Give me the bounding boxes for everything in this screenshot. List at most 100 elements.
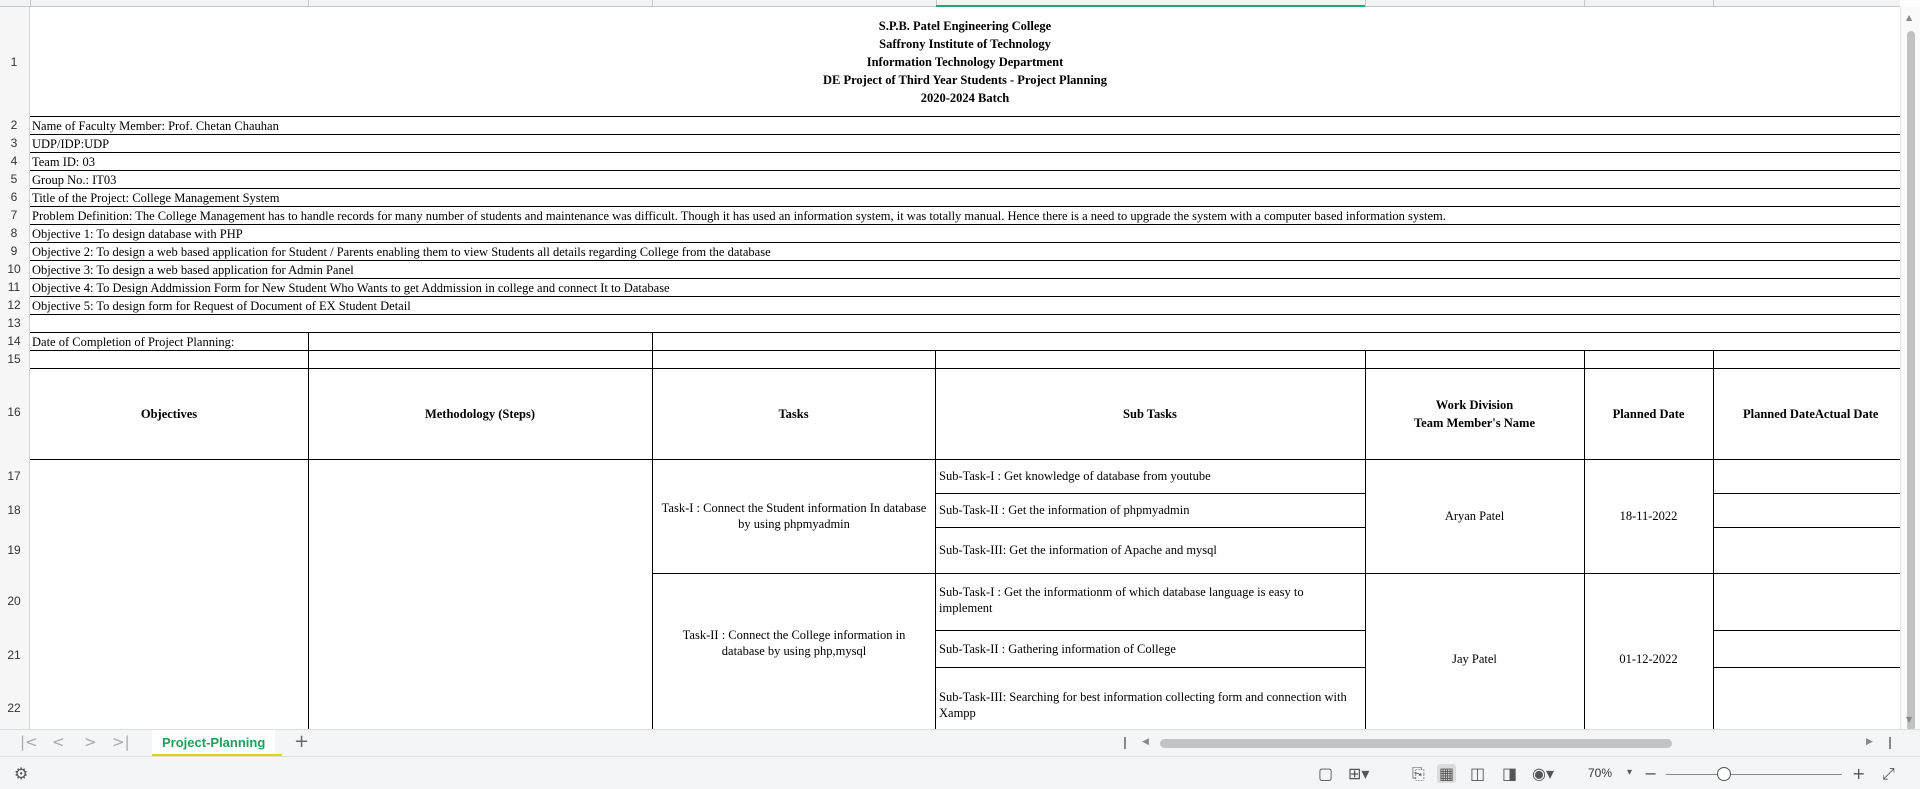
row-number[interactable]: 18 — [0, 503, 28, 517]
header-work-division[interactable]: Work Division Team Member's Name — [1365, 396, 1584, 432]
sheet-tab-project-planning[interactable]: Project-Planning — [152, 730, 276, 756]
objective-cell[interactable]: Objective 5: To design form for Request … — [32, 298, 411, 314]
subtask-cell[interactable]: Sub-Task-I : Get the informationm of whi… — [939, 584, 1359, 616]
freeze-panes-icon[interactable]: ⊞▾ — [1348, 764, 1369, 783]
row-number[interactable]: 13 — [0, 316, 28, 330]
row-number[interactable]: 1 — [0, 55, 28, 69]
row-number[interactable]: 4 — [0, 154, 28, 168]
vertical-scroll-thumb[interactable] — [1907, 31, 1915, 731]
objective-cell[interactable]: Objective 3: To design a web based appli… — [32, 262, 354, 278]
row-number[interactable]: 16 — [0, 405, 28, 419]
objective-cell[interactable]: Objective 2: To design a web based appli… — [32, 244, 771, 260]
group-no-cell[interactable]: Group No.: IT03 — [32, 172, 116, 188]
column-divider[interactable] — [308, 0, 309, 7]
row-number[interactable]: 2 — [0, 118, 28, 132]
row-number[interactable]: 3 — [0, 136, 28, 150]
row-number[interactable]: 17 — [0, 469, 28, 483]
split-handle-icon[interactable] — [1889, 737, 1891, 749]
first-sheet-icon[interactable]: |< — [20, 733, 38, 751]
page-layout-icon[interactable]: ◫ — [1470, 764, 1485, 783]
row-number[interactable]: 7 — [0, 208, 28, 222]
subtask-cell[interactable]: Sub-Task-III: Searching for best informa… — [939, 689, 1359, 721]
header-tasks[interactable]: Tasks — [652, 368, 935, 459]
spreadsheet-grid[interactable]: S.P.B. Patel Engineering College Saffron… — [30, 7, 1900, 729]
column-header-strip[interactable] — [0, 0, 1900, 7]
header-objectives[interactable]: Objectives — [30, 368, 308, 459]
row-number[interactable]: 6 — [0, 190, 28, 204]
row-number[interactable]: 20 — [0, 594, 28, 608]
faculty-member-cell[interactable]: Name of Faculty Member: Prof. Chetan Cha… — [32, 118, 279, 134]
next-sheet-icon[interactable]: > — [84, 733, 97, 751]
last-sheet-icon[interactable]: >| — [112, 733, 130, 751]
normal-view-icon[interactable]: ▦ — [1437, 764, 1457, 783]
zoom-slider[interactable] — [1666, 774, 1842, 775]
objective-cell[interactable]: Objective 4: To Design Addmission Form f… — [32, 280, 670, 296]
subtask-cell[interactable]: Sub-Task-I : Get knowledge of database f… — [939, 468, 1211, 484]
reading-view-icon[interactable]: ◨ — [1502, 764, 1517, 783]
prev-sheet-icon[interactable]: < — [52, 733, 65, 751]
column-divider[interactable] — [1365, 0, 1366, 7]
header-subtasks-label: Sub Tasks — [1123, 406, 1177, 421]
header-subtasks[interactable]: Sub Tasks — [935, 368, 1365, 459]
row-number[interactable]: 11 — [0, 280, 28, 294]
planned-date-cell[interactable]: 01-12-2022 — [1584, 651, 1713, 667]
planned-date-cell[interactable]: 18-11-2022 — [1584, 508, 1713, 524]
objective-cell[interactable]: Objective 1: To design database with PHP — [32, 226, 243, 242]
row-number[interactable]: 12 — [0, 298, 28, 312]
completion-date-label[interactable]: Date of Completion of Project Planning: — [32, 334, 234, 350]
project-title-cell[interactable]: Title of the Project: College Management… — [32, 190, 279, 206]
column-divider[interactable] — [1713, 0, 1714, 7]
row-number[interactable]: 22 — [0, 701, 28, 715]
scroll-up-icon[interactable]: ▲ — [1906, 13, 1912, 22]
zoom-dropdown-icon[interactable]: ▾ — [1627, 767, 1632, 778]
page-break-icon[interactable]: ⎘ — [1412, 764, 1425, 784]
grid-line — [30, 242, 1900, 243]
member-cell[interactable]: Jay Patel — [1365, 651, 1584, 667]
header-actual-date[interactable]: Planned DateActual Date — [1743, 368, 1878, 459]
split-handle-icon[interactable] — [1124, 737, 1126, 749]
zoom-slider-knob[interactable] — [1717, 767, 1731, 781]
column-divider[interactable] — [652, 0, 653, 7]
header-methodology[interactable]: Methodology (Steps) — [308, 368, 652, 459]
row-header-strip[interactable]: 1 2 3 4 5 6 7 8 9 10 11 12 13 14 15 16 1… — [0, 7, 30, 729]
scroll-down-icon[interactable]: ▼ — [1906, 715, 1912, 724]
protect-icon[interactable]: ▢ — [1318, 764, 1333, 783]
zoom-level[interactable]: 70% — [1588, 766, 1612, 780]
zoom-in-icon[interactable]: + — [1852, 764, 1865, 783]
column-divider[interactable] — [30, 0, 31, 7]
title-line[interactable]: 2020-2024 Batch — [30, 89, 1900, 107]
title-line[interactable]: DE Project of Third Year Students - Proj… — [30, 71, 1900, 89]
problem-definition-cell[interactable]: Problem Definition: The College Manageme… — [32, 208, 1446, 224]
vertical-scrollbar[interactable]: ▲ ▼ — [1900, 7, 1920, 731]
udp-idp-cell[interactable]: UDP/IDP:UDP — [32, 136, 109, 152]
member-cell[interactable]: Aryan Patel — [1365, 508, 1584, 524]
horizontal-scrollbar[interactable]: ◀ ▶ — [1140, 736, 1880, 750]
subtask-cell[interactable]: Sub-Task-II : Get the information of php… — [939, 502, 1189, 518]
scroll-right-icon[interactable]: ▶ — [1866, 737, 1873, 747]
macro-icon[interactable]: ⚙ — [14, 764, 28, 783]
row-number[interactable]: 10 — [0, 262, 28, 276]
header-planned-date[interactable]: Planned Date — [1584, 368, 1713, 459]
column-divider[interactable] — [1584, 0, 1585, 7]
eye-protection-icon[interactable]: ◉▾ — [1532, 764, 1554, 783]
fullscreen-icon[interactable]: ⤢ — [1882, 764, 1895, 784]
row-number[interactable]: 21 — [0, 648, 28, 662]
team-id-cell[interactable]: Team ID: 03 — [32, 154, 95, 170]
subtask-cell[interactable]: Sub-Task-II : Gathering information of C… — [939, 641, 1176, 657]
task-cell[interactable]: Task-I : Connect the Student information… — [660, 459, 928, 573]
title-line[interactable]: S.P.B. Patel Engineering College — [30, 17, 1900, 35]
title-line[interactable]: Saffrony Institute of Technology — [30, 35, 1900, 53]
row-number[interactable]: 9 — [0, 244, 28, 258]
scroll-left-icon[interactable]: ◀ — [1142, 737, 1149, 747]
subtask-cell[interactable]: Sub-Task-III: Get the information of Apa… — [939, 542, 1217, 558]
row-number[interactable]: 14 — [0, 334, 28, 348]
plus-icon[interactable]: + — [294, 731, 309, 752]
horizontal-scroll-thumb[interactable] — [1160, 739, 1672, 748]
row-number[interactable]: 5 — [0, 172, 28, 186]
row-number[interactable]: 15 — [0, 352, 28, 366]
title-line[interactable]: Information Technology Department — [30, 53, 1900, 71]
task-cell[interactable]: Task-II : Connect the College informatio… — [660, 573, 928, 729]
row-number[interactable]: 8 — [0, 226, 28, 240]
zoom-out-icon[interactable]: − — [1644, 764, 1657, 783]
row-number[interactable]: 19 — [0, 543, 28, 557]
